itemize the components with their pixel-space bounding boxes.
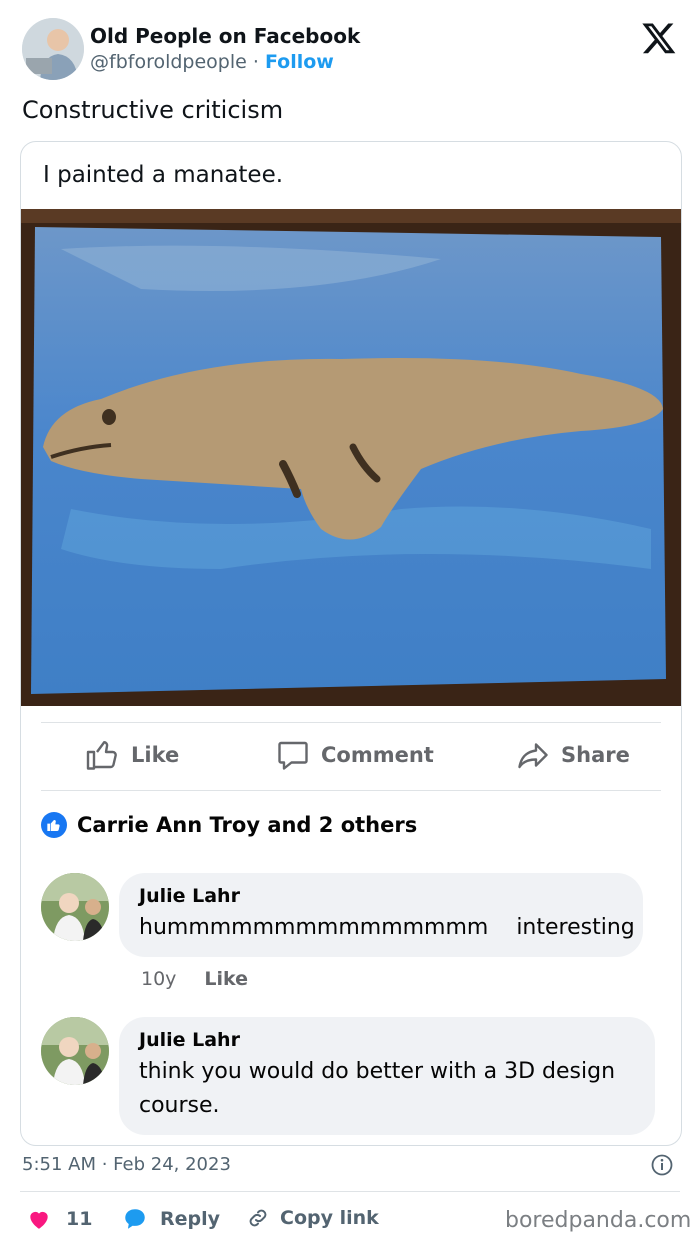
info-icon[interactable]: [650, 1153, 674, 1177]
reactions-summary[interactable]: Carrie Ann Troy and 2 others: [41, 812, 417, 838]
reply-bubble-icon: [125, 1209, 145, 1229]
copy-link-button[interactable]: Copy link: [246, 1206, 379, 1230]
comment-text: hummmmmmmmmmmmmmm interesting: [139, 915, 635, 940]
embedded-facebook-post[interactable]: I painted a manatee. Like Comment Share …: [20, 141, 682, 1146]
commenter-avatar[interactable]: [41, 873, 109, 941]
share-arrow-icon: [518, 743, 548, 769]
heart-icon: [30, 1211, 48, 1229]
watermark: boredpanda.com: [505, 1208, 692, 1233]
share-label: Share: [561, 743, 630, 767]
comment-meta: 10y Like: [141, 968, 248, 990]
link-icon: [249, 1209, 267, 1227]
reactions-text: Carrie Ann Troy and 2 others: [77, 813, 418, 837]
comment-action[interactable]: Comment: [275, 737, 434, 773]
comment-author[interactable]: Julie Lahr: [139, 885, 623, 907]
like-badge-icon: [41, 812, 67, 838]
tweet-timestamp[interactable]: 5:51 AM · Feb 24, 2023: [22, 1154, 231, 1175]
reply-label: Reply: [160, 1208, 221, 1230]
comment-author[interactable]: Julie Lahr: [139, 1029, 635, 1051]
copy-link-label: Copy link: [280, 1207, 379, 1229]
post-text: I painted a manatee.: [43, 162, 284, 188]
comment-age: 10y: [141, 968, 177, 990]
x-logo-icon[interactable]: [641, 20, 677, 56]
comment-bubble-icon: [278, 741, 308, 770]
separator-dot: ·: [252, 51, 259, 73]
reply-button[interactable]: Reply: [122, 1206, 220, 1232]
comment-label: Comment: [321, 743, 434, 767]
divider: [20, 1191, 680, 1192]
like-action[interactable]: Like: [85, 737, 179, 773]
comment-like-button[interactable]: Like: [204, 968, 248, 990]
author-handle[interactable]: @fbforoldpeople: [90, 51, 247, 73]
like-tweet-button[interactable]: 11: [26, 1206, 92, 1232]
divider: [41, 722, 661, 723]
comment-bubble[interactable]: Julie Lahr think you would do better wit…: [119, 1017, 655, 1135]
commenter-avatar[interactable]: [41, 1017, 109, 1085]
comment-bubble[interactable]: Julie Lahr hummmmmmmmmmmmmmm interesting: [119, 873, 643, 957]
like-label: Like: [131, 743, 180, 767]
author-handle-row: @fbforoldpeople · Follow: [90, 51, 334, 73]
divider: [41, 790, 661, 791]
follow-button[interactable]: Follow: [265, 51, 334, 73]
thumbs-up-icon: [86, 741, 117, 770]
author-name[interactable]: Old People on Facebook: [90, 24, 360, 48]
likes-count: 11: [66, 1208, 93, 1230]
author-avatar[interactable]: [22, 18, 84, 80]
comment-text: think you would do better with a 3D desi…: [139, 1059, 616, 1118]
manatee-painting[interactable]: [21, 209, 681, 706]
share-action[interactable]: Share: [515, 737, 630, 773]
tweet-text: Constructive criticism: [22, 96, 284, 124]
